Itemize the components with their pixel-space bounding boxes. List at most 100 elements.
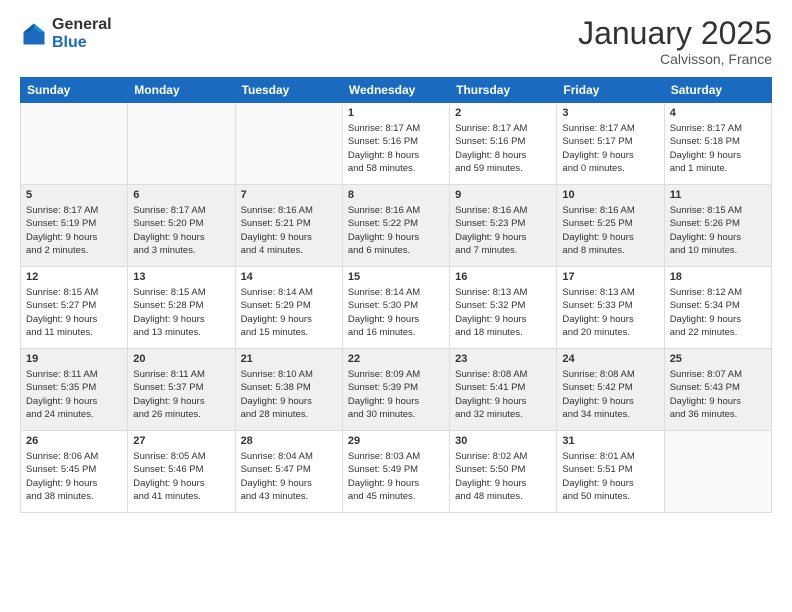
month-title: January 2025 [578,16,772,51]
day-number: 10 [562,189,658,201]
week-row-3: 12 Sunrise: 8:15 AMSunset: 5:27 PMDayligh… [21,267,772,349]
header-friday: Friday [557,78,664,103]
day-info: Sunrise: 8:15 AMSunset: 5:27 PMDaylight:… [26,286,122,339]
day-info: Sunrise: 8:15 AMSunset: 5:26 PMDaylight:… [670,204,766,257]
week-row-5: 26Sunrise: 8:06 AMSunset: 5:45 PMDayligh… [21,431,772,513]
day-number: 3 [562,107,658,119]
day-number: 19 [26,353,122,365]
day-info: Sunrise: 8:02 AMSunset: 5:50 PMDaylight:… [455,450,551,503]
day-number: 12 [26,271,122,283]
header-monday: Monday [128,78,235,103]
day-info: Sunrise: 8:17 AMSunset: 5:17 PMDaylight:… [562,122,658,175]
calendar-cell: 15 Sunrise: 8:14 AMSunset: 5:30 PMDayligh… [342,267,449,349]
day-number: 2 [455,107,551,119]
logo-blue-text: Blue [52,34,112,52]
calendar-cell: 12 Sunrise: 8:15 AMSunset: 5:27 PMDayligh… [21,267,128,349]
calendar-cell: 28 Sunrise: 8:04 AMSunset: 5:47 PMDayligh… [235,431,342,513]
day-number: 11 [670,189,766,201]
calendar-cell: 20Sunrise: 8:11 AMSunset: 5:37 PMDayligh… [128,349,235,431]
calendar-cell [128,103,235,185]
calendar-cell: 4Sunrise: 8:17 AMSunset: 5:18 PMDaylight… [664,103,771,185]
day-info: Sunrise: 8:04 AMSunset: 5:47 PMDaylight:… [241,450,337,503]
calendar-cell: 2Sunrise: 8:17 AMSunset: 5:16 PMDaylight… [450,103,557,185]
day-number: 18 [670,271,766,283]
calendar-cell: 9 Sunrise: 8:16 AMSunset: 5:23 PMDaylight… [450,185,557,267]
day-number: 25 [670,353,766,365]
calendar-cell: 19 Sunrise: 8:11 AMSunset: 5:35 PMDayligh… [21,349,128,431]
day-info: Sunrise: 8:14 AMSunset: 5:30 PMDaylight:… [348,286,444,339]
logo-icon [20,20,48,48]
day-number: 15 [348,271,444,283]
page: General Blue January 2025 Calvisson, Fra… [0,0,792,612]
day-number: 23 [455,353,551,365]
day-number: 5 [26,189,122,201]
calendar-cell: 13 Sunrise: 8:15 AMSunset: 5:28 PMDayligh… [128,267,235,349]
day-info: Sunrise: 8:01 AMSunset: 5:51 PMDaylight:… [562,450,658,503]
weekday-header-row: Sunday Monday Tuesday Wednesday Thursday… [21,78,772,103]
logo-general-text: General [52,16,112,34]
calendar-cell: 30 Sunrise: 8:02 AMSunset: 5:50 PMDayligh… [450,431,557,513]
calendar-cell: 16Sunrise: 8:13 AMSunset: 5:32 PMDayligh… [450,267,557,349]
header-saturday: Saturday [664,78,771,103]
day-info: Sunrise: 8:16 AMSunset: 5:25 PMDaylight:… [562,204,658,257]
calendar-cell: 14Sunrise: 8:14 AMSunset: 5:29 PMDayligh… [235,267,342,349]
day-number: 13 [133,271,229,283]
location-subtitle: Calvisson, France [578,51,772,67]
day-number: 30 [455,435,551,447]
day-number: 27 [133,435,229,447]
calendar-cell: 24 Sunrise: 8:08 AMSunset: 5:42 PMDayligh… [557,349,664,431]
day-number: 7 [241,189,337,201]
week-row-4: 19 Sunrise: 8:11 AMSunset: 5:35 PMDayligh… [21,349,772,431]
day-info: Sunrise: 8:11 AMSunset: 5:35 PMDaylight:… [26,368,122,421]
calendar-cell [664,431,771,513]
day-info: Sunrise: 8:17 AMSunset: 5:20 PMDaylight:… [133,204,229,257]
calendar-cell: 5 Sunrise: 8:17 AMSunset: 5:19 PMDaylight… [21,185,128,267]
day-info: Sunrise: 8:17 AMSunset: 5:19 PMDaylight:… [26,204,122,257]
header-tuesday: Tuesday [235,78,342,103]
calendar-cell: 27 Sunrise: 8:05 AMSunset: 5:46 PMDayligh… [128,431,235,513]
title-section: January 2025 Calvisson, France [578,16,772,67]
day-number: 1 [348,107,444,119]
day-info: Sunrise: 8:10 AMSunset: 5:38 PMDaylight:… [241,368,337,421]
header-sunday: Sunday [21,78,128,103]
day-number: 21 [241,353,337,365]
day-info: Sunrise: 8:09 AMSunset: 5:39 PMDaylight:… [348,368,444,421]
day-info: Sunrise: 8:11 AMSunset: 5:37 PMDaylight:… [133,368,229,421]
day-info: Sunrise: 8:16 AMSunset: 5:23 PMDaylight:… [455,204,551,257]
calendar-cell: 3 Sunrise: 8:17 AMSunset: 5:17 PMDaylight… [557,103,664,185]
day-number: 28 [241,435,337,447]
calendar-cell: 17Sunrise: 8:13 AMSunset: 5:33 PMDayligh… [557,267,664,349]
day-info: Sunrise: 8:13 AMSunset: 5:33 PMDaylight:… [562,286,658,339]
day-number: 26 [26,435,122,447]
calendar-cell: 31 Sunrise: 8:01 AMSunset: 5:51 PMDayligh… [557,431,664,513]
day-info: Sunrise: 8:15 AMSunset: 5:28 PMDaylight:… [133,286,229,339]
day-info: Sunrise: 8:14 AMSunset: 5:29 PMDaylight:… [241,286,337,339]
logo-text: General Blue [52,16,112,51]
calendar-cell: 26Sunrise: 8:06 AMSunset: 5:45 PMDayligh… [21,431,128,513]
day-info: Sunrise: 8:07 AMSunset: 5:43 PMDaylight:… [670,368,766,421]
day-number: 31 [562,435,658,447]
day-info: Sunrise: 8:05 AMSunset: 5:46 PMDaylight:… [133,450,229,503]
calendar-cell: 10 Sunrise: 8:16 AMSunset: 5:25 PMDayligh… [557,185,664,267]
day-info: Sunrise: 8:03 AMSunset: 5:49 PMDaylight:… [348,450,444,503]
calendar-cell: 22Sunrise: 8:09 AMSunset: 5:39 PMDayligh… [342,349,449,431]
day-info: Sunrise: 8:12 AMSunset: 5:34 PMDaylight:… [670,286,766,339]
calendar-cell: 21 Sunrise: 8:10 AMSunset: 5:38 PMDayligh… [235,349,342,431]
calendar-cell: 29Sunrise: 8:03 AMSunset: 5:49 PMDayligh… [342,431,449,513]
day-info: Sunrise: 8:17 AMSunset: 5:16 PMDaylight:… [348,122,444,175]
calendar-cell: 8Sunrise: 8:16 AMSunset: 5:22 PMDaylight… [342,185,449,267]
day-number: 24 [562,353,658,365]
day-info: Sunrise: 8:08 AMSunset: 5:42 PMDaylight:… [562,368,658,421]
day-number: 6 [133,189,229,201]
day-number: 9 [455,189,551,201]
calendar-cell [235,103,342,185]
logo: General Blue [20,16,112,51]
header-wednesday: Wednesday [342,78,449,103]
calendar-cell: 25 Sunrise: 8:07 AMSunset: 5:43 PMDayligh… [664,349,771,431]
day-info: Sunrise: 8:13 AMSunset: 5:32 PMDaylight:… [455,286,551,339]
calendar-cell: 23 Sunrise: 8:08 AMSunset: 5:41 PMDayligh… [450,349,557,431]
day-info: Sunrise: 8:08 AMSunset: 5:41 PMDaylight:… [455,368,551,421]
week-row-1: 1 Sunrise: 8:17 AMSunset: 5:16 PMDaylight… [21,103,772,185]
day-number: 8 [348,189,444,201]
calendar-cell [21,103,128,185]
